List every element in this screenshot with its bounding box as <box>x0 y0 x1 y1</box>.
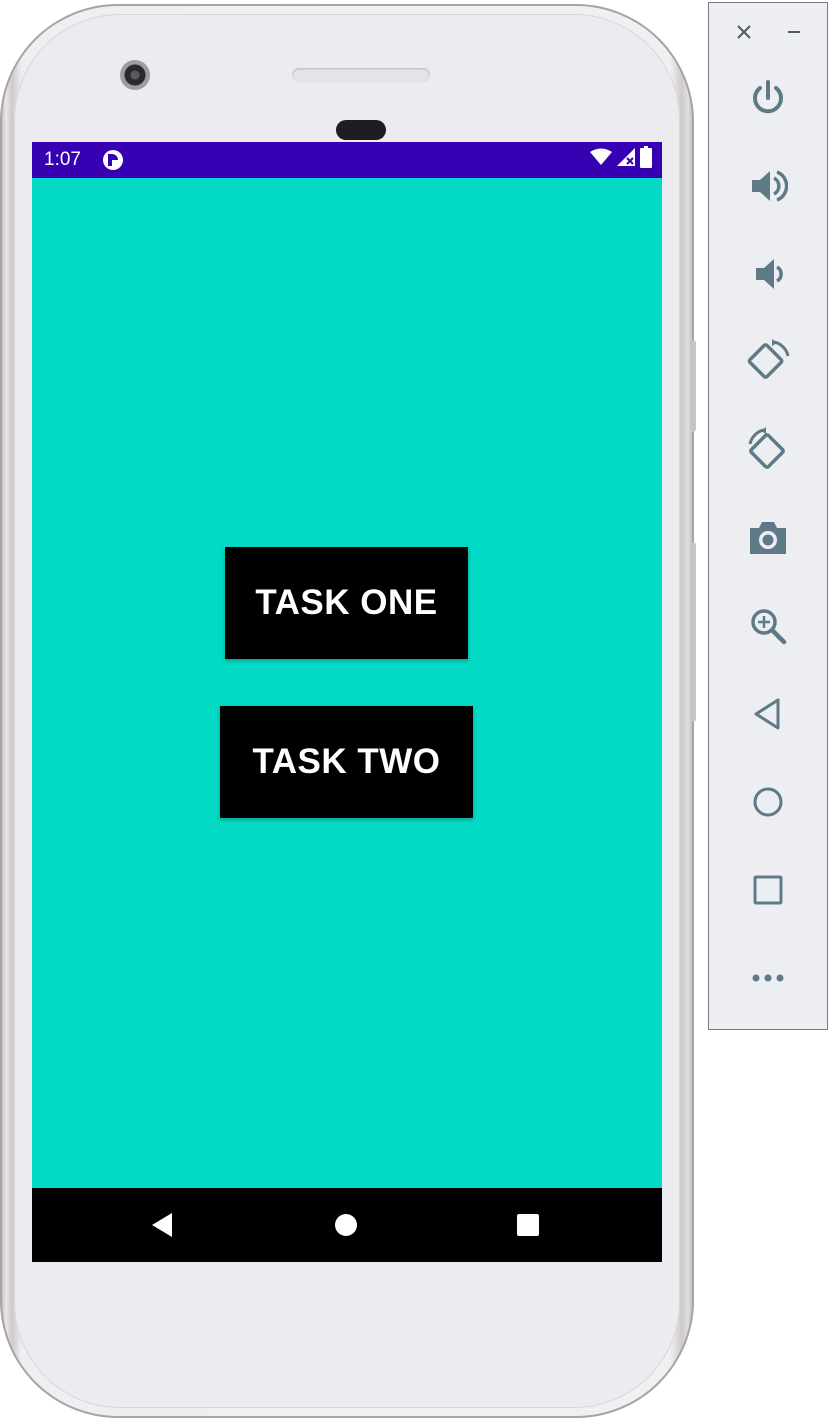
navigation-bar <box>32 1188 662 1262</box>
home-icon[interactable] <box>330 1209 362 1241</box>
app-content: TASK ONE TASK TWO <box>32 178 662 1188</box>
home-icon[interactable] <box>737 771 799 833</box>
status-icons <box>590 146 652 174</box>
rotate-right-icon[interactable] <box>737 419 799 481</box>
more-icon[interactable] <box>737 947 799 1009</box>
front-camera <box>120 60 150 90</box>
earpiece-speaker <box>292 68 430 82</box>
emulator-window-controls <box>709 3 829 63</box>
close-icon[interactable] <box>729 17 759 47</box>
volume-up-icon[interactable] <box>737 155 799 217</box>
wifi-icon <box>590 148 612 172</box>
volume-down-icon[interactable] <box>737 243 799 305</box>
battery-icon <box>640 146 652 174</box>
app-notification-icon <box>102 149 124 171</box>
proximity-sensor <box>336 120 386 140</box>
rotate-left-icon[interactable] <box>737 331 799 393</box>
status-time: 1:07 <box>44 149 81 170</box>
minimize-icon[interactable] <box>779 17 809 47</box>
power-side-button <box>690 340 696 432</box>
recents-icon[interactable] <box>512 1209 544 1241</box>
camera-icon[interactable] <box>737 507 799 569</box>
overview-icon[interactable] <box>737 859 799 921</box>
back-icon[interactable] <box>737 683 799 745</box>
task-one-button[interactable]: TASK ONE <box>225 547 468 659</box>
phone-screen: 1:07 TASK ONE TASK TWO <box>32 142 662 1262</box>
status-bar: 1:07 <box>32 142 662 178</box>
emulator-window: 1:07 TASK ONE TASK TWO <box>0 0 834 1422</box>
emulator-toolbar <box>708 2 828 1030</box>
signal-no-data-icon <box>616 147 636 173</box>
back-icon[interactable] <box>146 1209 178 1241</box>
zoom-icon[interactable] <box>737 595 799 657</box>
volume-side-button <box>690 542 696 722</box>
power-icon[interactable] <box>737 67 799 129</box>
task-two-button[interactable]: TASK TWO <box>220 706 473 818</box>
